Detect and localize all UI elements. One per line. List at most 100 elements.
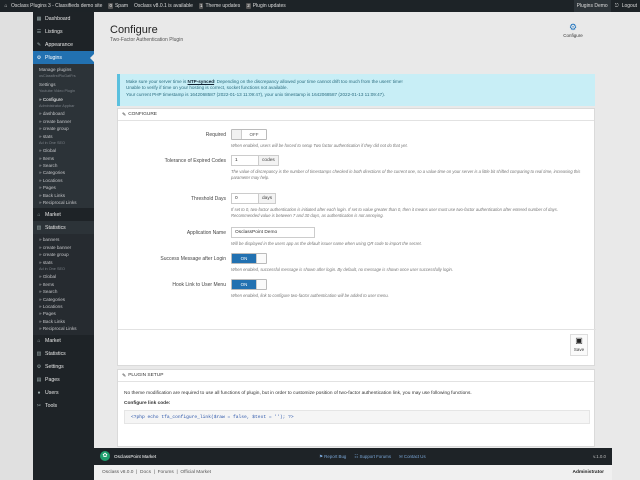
code-snippet: <?php echo tfa_configure_link($raw = fal… [124, 410, 590, 424]
sidebar-item-users[interactable]: ● Users [33, 387, 94, 400]
support-forums-link[interactable]: ☷ Support Forums [354, 454, 391, 460]
settings-icon: ⚙ [36, 364, 42, 370]
theme-updates-link[interactable]: 1 Theme updates [196, 0, 243, 12]
pages-icon: ▤ [36, 377, 42, 383]
submenu2-seo-head: Ad in One SEO [39, 266, 65, 271]
plugins-icon: ⚙ [36, 54, 42, 61]
sidebar-item-tools[interactable]: ✂ Tools [33, 400, 94, 413]
plugin-setup-text: No theme modification are required to us… [124, 391, 472, 396]
submenu-configure[interactable]: » Configure [33, 96, 94, 103]
submenu2-create-banner[interactable]: » create banner [33, 244, 94, 251]
submenu2-create-group[interactable]: » create group [33, 251, 94, 258]
submenu-manage-plugins[interactable]: Manage plugins [33, 66, 94, 73]
submenu-seo-global[interactable]: » Global [33, 147, 94, 154]
configure-button[interactable]: ⚙ Configure [560, 22, 586, 38]
submenu2-seo-items[interactable]: » Items [33, 281, 94, 288]
page-subtitle: Two-Factor Authentication Plugin [110, 37, 184, 43]
submenu2-seo-back-links[interactable]: » Back Links [33, 318, 94, 325]
submenu-plugin-head: osClassfirstPluGatFrs [39, 74, 76, 79]
listings-icon: ☰ [36, 28, 42, 35]
submenu-settings[interactable]: Settings [33, 81, 94, 88]
osclass-version-link[interactable]: Osclass v8.0.0 [102, 470, 133, 475]
footer-bar: ✿ OsclassPoint Market ⚑ Report Bug ☷ Sup… [94, 448, 612, 465]
market-icon: ⌂ [37, 338, 41, 344]
submenu-seo-search[interactable]: » Search [33, 162, 94, 169]
plugins-demo-link[interactable]: Plugins Demo [573, 0, 611, 12]
statistics-icon: ▥ [36, 224, 42, 231]
required-toggle[interactable]: OFF [231, 129, 267, 140]
site-link[interactable]: ⌂ Osclass Plugins 3 - Classifieds demo s… [0, 0, 105, 12]
admin-top-bar: ⌂ Osclass Plugins 3 - Classifieds demo s… [0, 0, 640, 12]
submenu-seo-locations[interactable]: » Locations [33, 177, 94, 184]
official-market-link[interactable]: Official Market [180, 470, 211, 475]
update-notice-link[interactable]: Osclass v8.0.1 is available [131, 0, 196, 12]
sidebar-item-statistics-1[interactable]: ▥ Statistics [33, 221, 94, 235]
sidebar-item-dashboard[interactable]: ▦ Dashboard [33, 12, 94, 25]
tolerance-input[interactable]: 1 codes [231, 155, 279, 166]
plugin-version: v.1.0.0 [593, 454, 606, 459]
report-bug-link[interactable]: ⚑ Report Bug [319, 454, 346, 460]
home-icon: ⌂ [4, 3, 8, 9]
submenu-seo-head: Ad in One SEO [39, 140, 65, 145]
plugins-submenu: Manage plugins osClassfirstPluGatFrs Set… [33, 64, 94, 209]
submenu-seo-reciprocal-links[interactable]: » Reciprocal Links [33, 199, 94, 206]
sidebar-item-market-1[interactable]: ⌂ Market [33, 208, 94, 221]
forums-link[interactable]: Forums [158, 470, 174, 475]
spam-link[interactable]: 0 Spam [105, 0, 131, 12]
current-user[interactable]: Administrator [573, 470, 604, 475]
submenu-seo-items[interactable]: » Items [33, 155, 94, 162]
threshold-input[interactable]: 0 days [231, 193, 277, 204]
plugin-updates-count: 2 [246, 3, 251, 9]
statistics-icon: ▥ [36, 351, 42, 357]
docs-link[interactable]: Docs [140, 470, 151, 475]
save-area: ▣ Save [118, 329, 596, 365]
dashboard-icon: ▦ [36, 15, 42, 22]
success-message-toggle[interactable]: ON [231, 253, 267, 264]
statistics-submenu: » banners » create banner » create group… [33, 234, 94, 335]
submenu-appbar-head: Administrator Appbar [39, 103, 75, 108]
sidebar-item-plugins[interactable]: ⚙ Plugins [33, 51, 94, 64]
submenu2-seo-search[interactable]: » Search [33, 288, 94, 295]
submenu2-seo-pages[interactable]: » Pages [33, 310, 94, 317]
notice-line-3: Your current PHP timestamp is 1642068587… [126, 91, 386, 97]
sidebar: ▦ Dashboard ☰ Listings ✎ Appearance ⚙ Plugin… [33, 12, 94, 480]
sidebar-item-market-2[interactable]: ⌂ Market [33, 335, 94, 348]
sidebar-item-settings[interactable]: ⚙ Settings [33, 361, 94, 374]
save-button[interactable]: ▣ Save [570, 334, 588, 356]
submenu2-seo-reciprocal-links[interactable]: » Reciprocal Links [33, 325, 94, 332]
left-gutter [0, 12, 33, 480]
ntp-synced-link[interactable]: NTP-synced [188, 79, 215, 84]
plugin-setup-box: ✎ PLUGIN SETUP No theme modification are … [117, 369, 595, 447]
submenu-create-group[interactable]: » create group [33, 125, 94, 132]
spam-count-badge: 0 [108, 3, 113, 9]
submenu-create-banner[interactable]: » create banner [33, 118, 94, 125]
sidebar-item-statistics-2[interactable]: ▥ Statistics [33, 348, 94, 361]
gear-icon: ⚙ [568, 22, 578, 32]
wrench-icon: ✎ [122, 111, 127, 118]
osclasspoint-logo-icon: ✿ [100, 451, 110, 461]
contact-link[interactable]: ✉ Contact Us [399, 454, 426, 460]
submenu2-seo-locations[interactable]: » Locations [33, 303, 94, 310]
submenu2-stats[interactable]: » stats [33, 259, 94, 266]
submenu-dashboard[interactable]: » dashboard [33, 110, 94, 117]
ntp-notice: Make sure your server time is NTP-synced… [117, 74, 595, 106]
submenu2-seo-global[interactable]: » Global [33, 273, 94, 280]
floppy-icon: ▣ [575, 336, 583, 345]
hook-link-toggle[interactable]: ON [231, 279, 267, 290]
submenu-seo-back-links[interactable]: » Back Links [33, 192, 94, 199]
submenu2-banners[interactable]: » banners [33, 236, 94, 243]
sidebar-item-pages[interactable]: ▤ Pages [33, 374, 94, 387]
tools-icon: ✂ [36, 403, 42, 409]
logout-link[interactable]: ⎋ Logout [611, 0, 640, 12]
market-logo[interactable]: ✿ OsclassPoint Market [100, 451, 156, 461]
submenu2-seo-categories[interactable]: » Categories [33, 296, 94, 303]
submenu-youtube-head: Youtube Video Plugin [39, 89, 76, 94]
submenu-seo-pages[interactable]: » Pages [33, 184, 94, 191]
market-icon: ⌂ [37, 211, 41, 218]
sidebar-item-appearance[interactable]: ✎ Appearance [33, 38, 94, 51]
sidebar-item-listings[interactable]: ☰ Listings [33, 25, 94, 38]
plugin-updates-link[interactable]: 2 Plugin updates [243, 0, 289, 12]
submenu-seo-categories[interactable]: » Categories [33, 169, 94, 176]
submenu-stats[interactable]: » stats [33, 133, 94, 140]
app-name-input[interactable]: OsclassPoint Demo [231, 227, 315, 238]
